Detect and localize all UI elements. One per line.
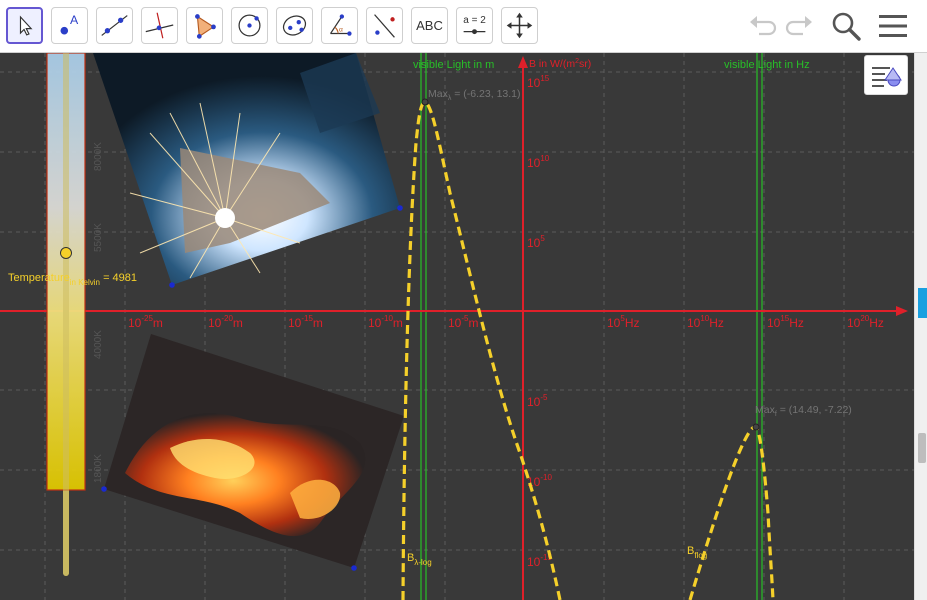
ellipse-tool-button[interactable] bbox=[276, 7, 313, 44]
y-tick-label: 1015 bbox=[527, 74, 550, 90]
x-tick-label: 105Hz bbox=[607, 314, 639, 330]
x-tick-label: 1020Hz bbox=[847, 314, 884, 330]
image-corner-point[interactable] bbox=[351, 565, 357, 571]
image-corner-point[interactable] bbox=[169, 282, 175, 288]
redo-icon bbox=[785, 16, 812, 36]
b-f-curve[interactable] bbox=[688, 425, 775, 600]
svg-text:α: α bbox=[339, 27, 343, 34]
perpendicular-icon bbox=[145, 12, 174, 39]
reflect-icon bbox=[374, 14, 395, 38]
max-lambda-label: Maxλ = (-6.23, 13.1) bbox=[428, 88, 521, 102]
temperature-slider-handle[interactable] bbox=[60, 247, 72, 259]
point-tool-label: A bbox=[70, 13, 79, 27]
max-f-label: Maxf = (14.49, -7.22) bbox=[755, 404, 852, 418]
slider-tool-button[interactable]: a = 2 bbox=[456, 7, 493, 44]
y-tick-label: 10-5 bbox=[527, 393, 548, 409]
visible-light-frequency-label: visible Light in Hz bbox=[724, 59, 810, 71]
line-icon bbox=[101, 15, 128, 36]
main-menu-button[interactable] bbox=[877, 10, 909, 42]
b-lambda-label: Bλ-log bbox=[407, 552, 432, 567]
graphics-svg: visible Light in m visible Light in Hz B… bbox=[0, 53, 914, 600]
x-axis-arrow bbox=[896, 306, 908, 316]
slider-tick-label: 8000K bbox=[93, 142, 104, 171]
slider-tick-labels: 8000K 5500K 4000K 1800K bbox=[93, 142, 104, 483]
search-icon bbox=[832, 12, 861, 41]
y-axis-label: B in W/(m2sr) bbox=[529, 58, 591, 70]
undo-icon bbox=[750, 16, 777, 36]
image-corner-point[interactable] bbox=[397, 205, 403, 211]
b-f-label: Bflog bbox=[687, 545, 707, 560]
point-icon: A bbox=[60, 13, 79, 35]
side-panel-accent bbox=[918, 288, 927, 318]
move-view-tool-button[interactable] bbox=[501, 7, 538, 44]
menu-icon bbox=[879, 15, 907, 37]
x-tick-label: 1015Hz bbox=[767, 314, 804, 330]
x-tick-label: 10-20m bbox=[208, 314, 243, 330]
polygon-icon bbox=[195, 14, 216, 39]
x-tick-labels-frequency: 105Hz 1010Hz 1015Hz 1020Hz bbox=[607, 314, 884, 330]
slider-tick-label: 5500K bbox=[93, 223, 104, 252]
y-axis-arrow bbox=[518, 56, 528, 68]
image-corner-point[interactable] bbox=[101, 486, 107, 492]
graphics-view[interactable]: visible Light in m visible Light in Hz B… bbox=[0, 53, 914, 600]
lava-image[interactable] bbox=[104, 334, 404, 568]
x-tick-label: 10-10m bbox=[368, 314, 403, 330]
move-tool-button[interactable] bbox=[6, 7, 43, 44]
y-tick-labels: 1015 1010 105 10-5 10-10 10-15 bbox=[527, 74, 552, 569]
point-tool-button[interactable]: A bbox=[51, 7, 88, 44]
circle-tool-button[interactable] bbox=[231, 7, 268, 44]
arrow-cursor-icon bbox=[19, 15, 33, 36]
circle-icon bbox=[238, 14, 261, 37]
x-tick-label: 10-5m bbox=[448, 314, 478, 330]
text-icon: ABC bbox=[416, 18, 443, 33]
temperature-slider[interactable] bbox=[46, 53, 86, 576]
toolbar: A α ABC a = 2 bbox=[0, 0, 927, 53]
right-side-panel[interactable] bbox=[914, 53, 927, 600]
angle-icon: α bbox=[330, 14, 352, 36]
move-arrows-icon bbox=[506, 12, 533, 39]
x-tick-label: 10-25m bbox=[128, 314, 163, 330]
x-tick-label: 10-15m bbox=[288, 314, 323, 330]
y-tick-label: 105 bbox=[527, 234, 545, 250]
y-tick-label: 1010 bbox=[527, 154, 550, 170]
visible-light-wavelength-label: visible Light in m bbox=[413, 59, 494, 71]
reflect-tool-button[interactable] bbox=[366, 7, 403, 44]
scrollbar-thumb[interactable] bbox=[918, 433, 926, 463]
angle-tool-button[interactable]: α bbox=[321, 7, 358, 44]
slider-tick-label: 4000K bbox=[93, 330, 104, 359]
x-tick-label: 1010Hz bbox=[687, 314, 724, 330]
slider-tick-label: 1800K bbox=[93, 454, 104, 483]
welding-image[interactable] bbox=[93, 53, 400, 285]
max-f-point[interactable] bbox=[752, 423, 760, 431]
ellipse-icon bbox=[282, 15, 307, 36]
style-bar-toggle-button[interactable] bbox=[864, 55, 908, 95]
polygon-tool-button[interactable] bbox=[186, 7, 223, 44]
search-button[interactable] bbox=[830, 10, 862, 42]
redo-button[interactable] bbox=[784, 10, 816, 42]
style-bar-icon bbox=[872, 67, 902, 87]
line-tool-button[interactable] bbox=[96, 7, 133, 44]
text-tool-button[interactable]: ABC bbox=[411, 7, 448, 44]
perpendicular-line-tool-button[interactable] bbox=[141, 7, 178, 44]
undo-button[interactable] bbox=[746, 10, 778, 42]
slider-icon bbox=[463, 29, 486, 35]
